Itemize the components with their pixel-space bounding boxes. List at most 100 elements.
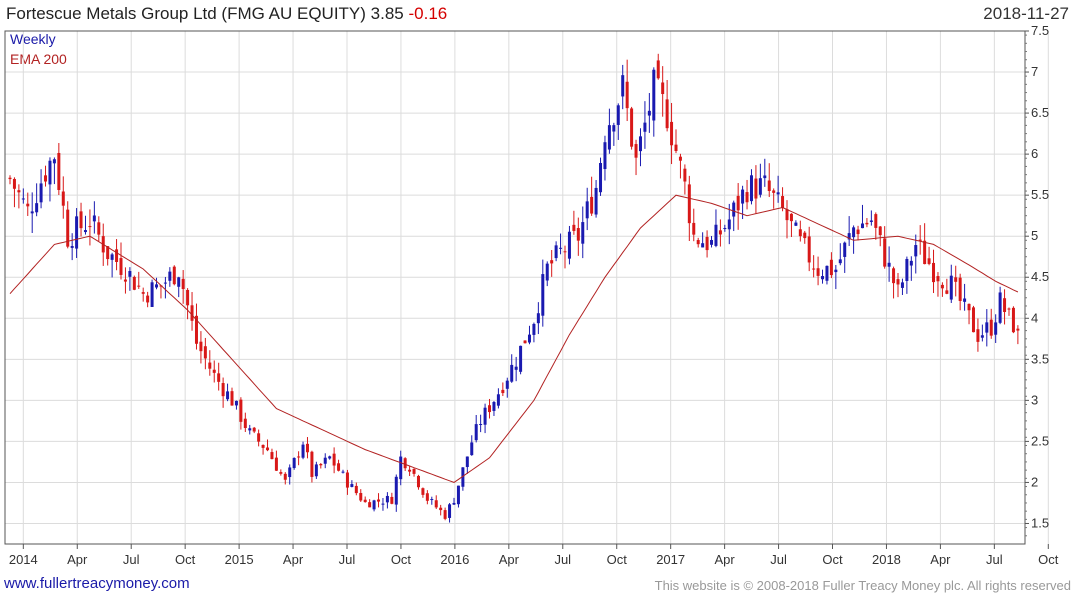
candle-body [554,245,558,259]
candle-body [585,201,589,219]
candle-body [239,399,243,422]
candle-body [234,400,238,406]
candle-body [852,227,856,238]
candle-body [337,463,341,471]
candle-body [718,230,722,235]
candle-body [678,156,682,161]
candle-body [670,121,674,146]
candle-body [949,275,953,300]
candle-body [976,329,980,342]
candle-body [776,192,780,195]
candle-body [488,405,492,413]
candle-body [892,268,896,284]
y-tick-label: 3.5 [1031,351,1049,366]
candle-body [936,276,940,282]
candle-body [217,373,221,382]
y-tick-label: 7.5 [1031,23,1049,38]
candle-body [550,260,554,264]
candle-body [292,458,296,469]
x-tick-label: Oct [822,552,843,567]
candle-body [323,457,327,464]
candle-body [368,502,372,508]
candle-body [865,222,869,225]
candle-body [465,456,469,468]
candle-body [927,258,931,264]
candle-body [616,105,620,125]
candle-body [394,476,398,505]
candle-body [763,175,767,179]
candle-body [226,391,230,400]
candle-body [599,163,603,193]
candle-body [248,428,252,431]
candle-body [212,369,216,373]
candle-body [448,504,452,518]
x-axis-ticks: 2014 Apr Jul Oct 2015 Apr Jul Oct 2016 Apr Jul Oct 2… [9,544,1059,567]
candle-body [501,389,505,394]
x-tick-label: Apr [499,552,520,567]
candle-body [940,284,944,289]
candles [8,53,1020,523]
candle-body [92,215,96,222]
candle-body [758,178,762,195]
y-tick-label: 7 [1031,64,1038,79]
candle-body [985,322,989,333]
candle-body [408,469,412,472]
candle-body [732,202,736,217]
candle-body [603,142,607,170]
candle-body [958,277,962,301]
y-axis-ticks: 1.5 2 2.5 3 3.5 4 4.5 5 5.5 6 6.5 7 7.5 [1025,23,1049,537]
candle-body [44,175,48,182]
candle-body [812,268,816,270]
candle-body [705,236,709,251]
candle-body [328,456,332,459]
candle-body [274,457,278,471]
candle-body [390,496,394,504]
candle-body [874,214,878,228]
candle-body [563,251,567,253]
candle-body [39,183,43,203]
candle-body [456,485,460,505]
candle-body [305,443,309,453]
candle-body [701,243,705,248]
candle-body [661,82,665,95]
candle-body [932,262,936,283]
candle-body [57,152,61,190]
candle-body [527,334,531,343]
candle-body [829,259,833,276]
candle-body [674,144,678,152]
candle-body [21,198,25,200]
candle-body [638,136,642,152]
x-tick-label: Oct [391,552,412,567]
y-tick-label: 2.5 [1031,433,1049,448]
candle-body [26,203,30,207]
x-tick-label: Jul [339,552,356,567]
candle-body [354,485,358,494]
candle-body [483,407,487,425]
candle-body [168,271,172,281]
candle-body [110,254,114,260]
candle-body [150,282,154,307]
candle-body [385,495,389,503]
candle-body [656,60,660,79]
candle-body [403,458,407,469]
candle-body [1003,298,1007,312]
candle-body [30,211,34,214]
candle-body [88,226,92,228]
candle-body [190,305,194,321]
candle-body [412,468,416,474]
y-tick-label: 5 [1031,228,1038,243]
candle-body [994,322,998,335]
candle-body [883,238,887,267]
x-tick-label: Apr [715,552,736,567]
candle-body [887,262,891,267]
candle-body [505,380,509,389]
candle-body [345,472,349,488]
candle-body [523,340,527,344]
candle-body [314,464,318,477]
candle-body [594,187,598,215]
site-link[interactable]: www.fullertreacymoney.com [4,575,190,592]
candle-body [119,258,123,275]
candle-body [741,189,745,204]
candle-body [816,268,820,276]
candle-body [781,196,785,208]
